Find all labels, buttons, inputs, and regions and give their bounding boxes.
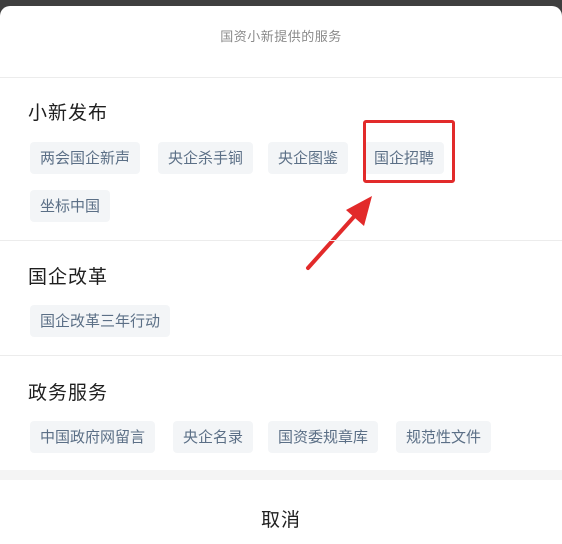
red-arrow-icon [306,196,372,270]
sheet-title: 国资小新提供的服务 [220,30,342,45]
chip-yangqi-minglu[interactable]: 央企名录 [173,421,254,453]
divider [0,240,562,241]
chip-guoziwei-guizhangku[interactable]: 国资委规章库 [268,421,379,453]
chip-guifanxing-wenjian[interactable]: 规范性文件 [396,421,492,453]
chip-lianghui-guoqi-xinsheng[interactable]: 两会国企新声 [30,142,141,174]
section-title-government-services: 政务服务 [28,382,109,404]
chip-zhengfuwang-liuyan[interactable]: 中国政府网留言 [30,421,156,453]
section-title-guoqi-reform: 国企改革 [28,266,109,288]
section-title-xiaoxin-release: 小新发布 [28,102,109,124]
chip-zuobiao-zhongguo[interactable]: 坐标中国 [30,190,111,222]
divider [0,355,562,356]
chip-yangqi-shashoujian[interactable]: 央企杀手锏 [158,142,254,174]
chip-yangqi-tujian[interactable]: 央企图鉴 [268,142,349,174]
divider [0,77,562,78]
chip-guoqi-gaige-sannian[interactable]: 国企改革三年行动 [30,305,171,337]
highlight-annotation-box [363,120,455,183]
cancel-button[interactable]: 取消 [0,505,562,532]
section-gap [0,470,562,480]
